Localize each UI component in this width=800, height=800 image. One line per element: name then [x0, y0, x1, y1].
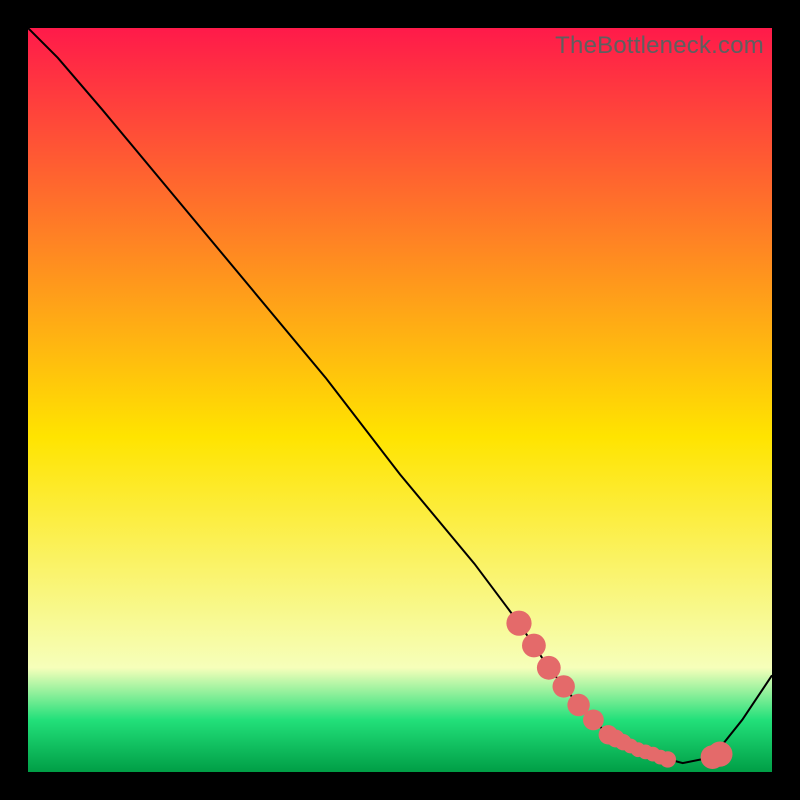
curve-marker	[707, 742, 732, 767]
curve-marker	[583, 710, 604, 731]
watermark-text: TheBottleneck.com	[555, 32, 764, 60]
plot-area: TheBottleneck.com	[28, 28, 772, 772]
curve-marker	[660, 751, 676, 767]
gradient-bg	[28, 28, 772, 772]
curve-marker	[553, 675, 575, 697]
curve-marker	[506, 611, 531, 636]
curve-marker	[522, 634, 546, 658]
chart-frame: TheBottleneck.com	[0, 0, 800, 800]
chart-svg	[28, 28, 772, 772]
curve-marker	[537, 656, 561, 680]
